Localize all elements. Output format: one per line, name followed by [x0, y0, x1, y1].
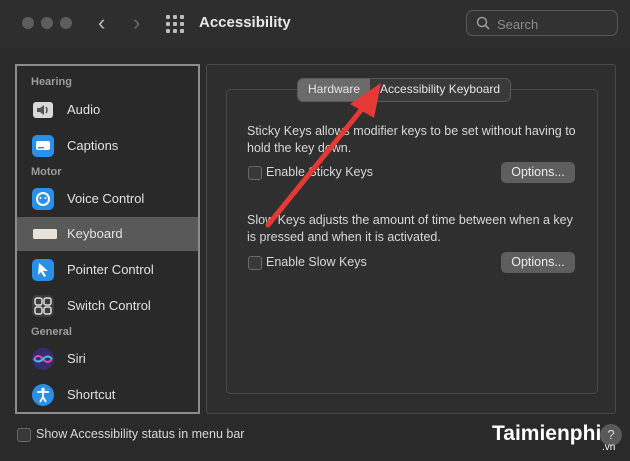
show-status-menu-bar-label: Show Accessibility status in menu bar — [36, 427, 245, 441]
watermark-logo: Taimienphi .vn — [492, 422, 616, 453]
annotation-arrow-icon — [265, 83, 381, 228]
show-status-menu-bar-checkbox[interactable] — [17, 428, 31, 442]
